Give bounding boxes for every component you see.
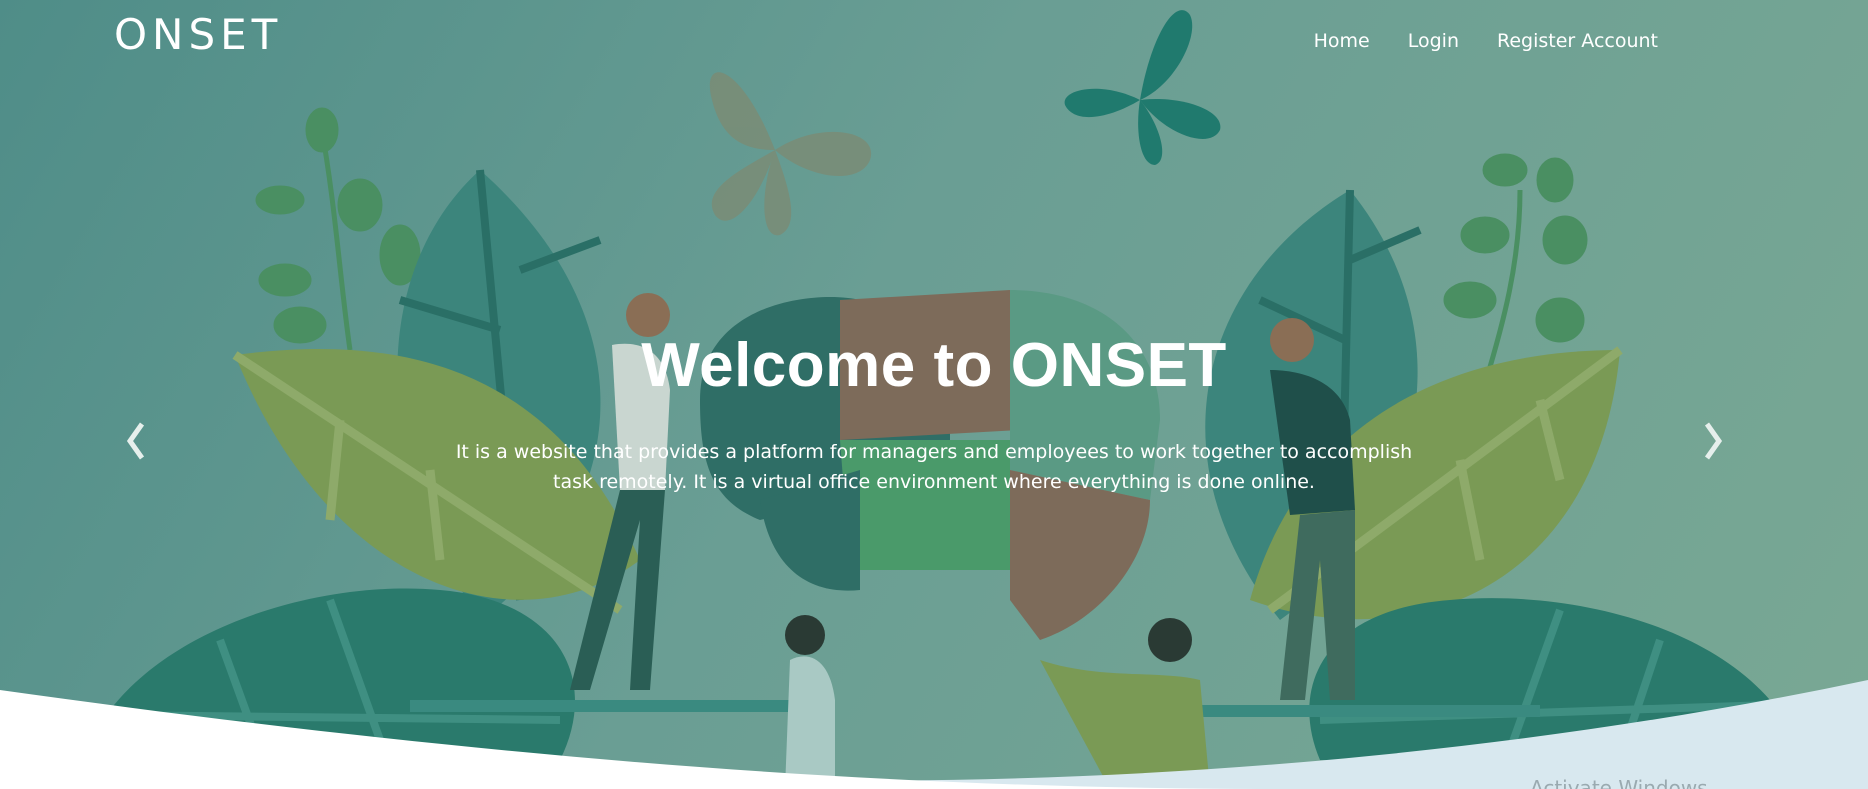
leaf-bottom-left	[110, 588, 575, 760]
leaf-bottom-right	[1309, 598, 1770, 760]
vine-left	[255, 107, 421, 351]
carousel-prev-button[interactable]	[118, 416, 158, 466]
person-illustration	[785, 615, 835, 789]
chevron-left-icon	[126, 422, 145, 460]
person-illustration	[1040, 618, 1210, 789]
brand-logo[interactable]: ONSET	[114, 10, 282, 59]
butterfly-icon	[709, 72, 872, 236]
carousel-next-button[interactable]	[1691, 416, 1731, 466]
nav-links: Home Login Register Account	[1314, 30, 1658, 52]
nav-register-link[interactable]: Register Account	[1497, 30, 1658, 52]
hero-title: Welcome to ONSET	[641, 331, 1227, 400]
hero-carousel: ONSET Home Login Register Account Welcom…	[0, 0, 1868, 789]
navbar: ONSET Home Login Register Account	[0, 0, 1868, 90]
nav-home-link[interactable]: Home	[1314, 30, 1370, 52]
nav-login-link[interactable]: Login	[1408, 30, 1459, 52]
chevron-right-icon	[1704, 422, 1723, 460]
os-watermark: Activate Windows	[1530, 776, 1708, 789]
platform-left	[410, 700, 790, 712]
hero-description: It is a website that provides a platform…	[455, 441, 1413, 493]
hero-caption: Welcome to ONSET It is a website that pr…	[434, 330, 1434, 497]
